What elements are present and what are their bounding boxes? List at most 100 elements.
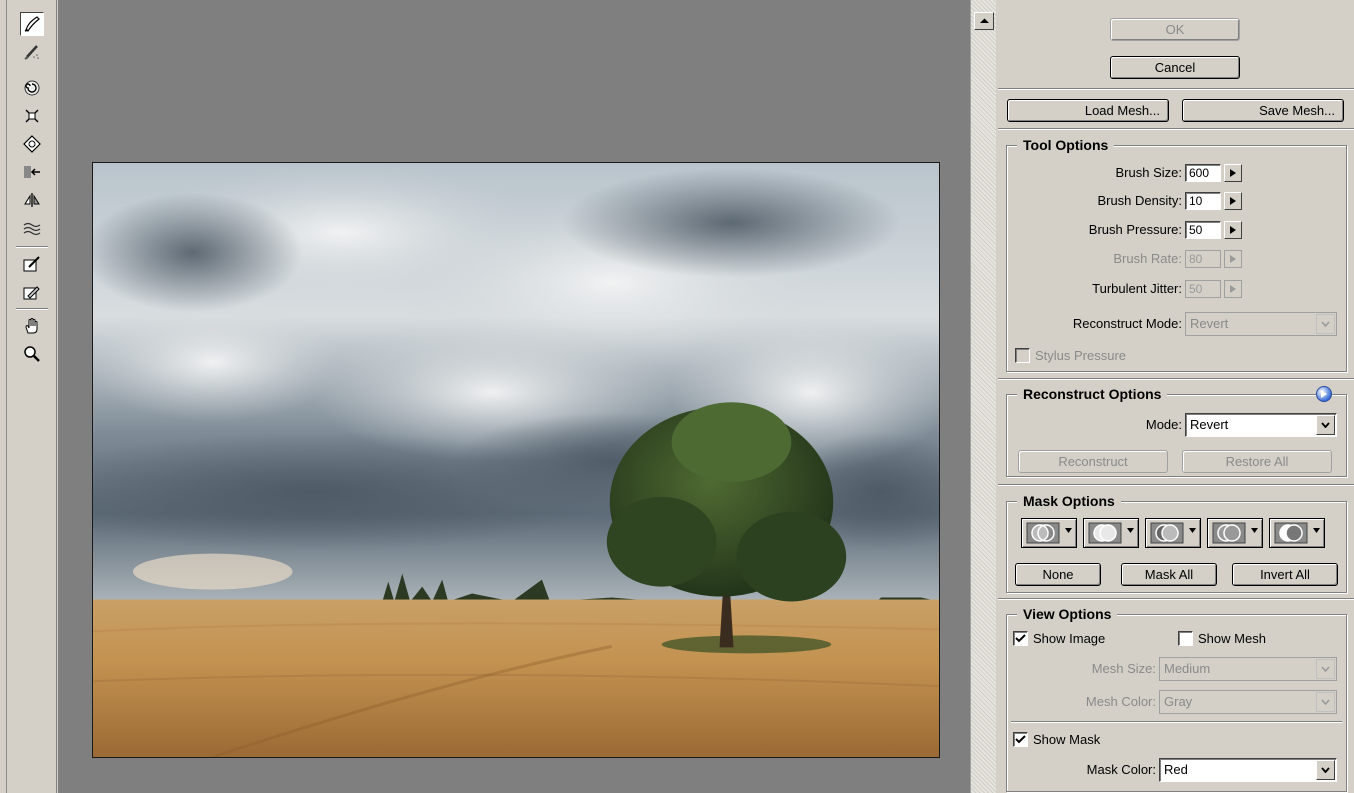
restore-all-button: Restore All xyxy=(1182,450,1332,473)
triangle-right-icon xyxy=(1230,285,1236,293)
save-mesh-button[interactable]: Save Mesh... xyxy=(1182,99,1344,122)
mask-options-title: Mask Options xyxy=(1017,493,1121,509)
mask-subtract-icon xyxy=(1150,522,1184,544)
turbulence-tool-icon[interactable] xyxy=(20,216,44,240)
mask-color-label: Mask Color: xyxy=(1086,762,1156,777)
tool-options-group: Tool Options Brush Size: 600 Brush Densi… xyxy=(1006,137,1347,372)
reconstruct-tool-icon[interactable] xyxy=(20,40,44,64)
mesh-size-select: Medium xyxy=(1159,657,1337,681)
chevron-up-icon xyxy=(979,18,989,23)
mask-none-button[interactable]: None xyxy=(1015,563,1101,586)
scroll-up-button[interactable] xyxy=(974,12,994,30)
load-mesh-button[interactable]: Load Mesh... xyxy=(1007,99,1169,122)
forward-warp-tool-icon[interactable] xyxy=(20,12,44,36)
mode-value: Revert xyxy=(1190,417,1229,432)
triangle-right-icon xyxy=(1230,226,1236,234)
chevron-down-icon xyxy=(1316,760,1335,780)
reconstruct-button: Reconstruct xyxy=(1018,450,1168,473)
mesh-size-value: Medium xyxy=(1164,661,1211,676)
twirl-clockwise-tool-icon[interactable] xyxy=(20,76,44,100)
brush-size-input[interactable]: 600 xyxy=(1185,164,1221,182)
mask-replace-icon xyxy=(1026,522,1060,544)
landscape-photo xyxy=(93,163,939,757)
freeze-mask-tool-icon[interactable] xyxy=(20,252,44,276)
mesh-size-label: Mesh Size: xyxy=(1091,661,1156,676)
mask-color-select[interactable]: Red xyxy=(1159,758,1337,782)
tool-palette xyxy=(0,0,57,793)
mirror-tool-icon[interactable] xyxy=(20,188,44,212)
brush-density-label: Brush Density: xyxy=(1097,193,1182,208)
zoom-tool-icon[interactable] xyxy=(20,342,44,366)
vertical-scrollbar[interactable] xyxy=(970,0,996,793)
preview-canvas-area[interactable] xyxy=(58,0,970,793)
triangle-right-icon xyxy=(1230,255,1236,263)
chevron-down-icon xyxy=(1316,659,1335,679)
show-image-checkbox[interactable] xyxy=(1013,631,1028,646)
view-options-title: View Options xyxy=(1017,606,1118,622)
thaw-mask-tool-icon[interactable] xyxy=(20,280,44,304)
show-image-label: Show Image xyxy=(1033,631,1106,646)
brush-pressure-label: Brush Pressure: xyxy=(1088,222,1182,237)
brush-rate-label: Brush Rate: xyxy=(1113,251,1182,266)
divider xyxy=(998,598,1354,600)
subtract-from-selection-button[interactable] xyxy=(1145,518,1201,548)
triangle-right-icon xyxy=(1230,197,1236,205)
image-preview[interactable] xyxy=(92,162,940,758)
divider xyxy=(998,378,1354,380)
mask-color-value: Red xyxy=(1164,762,1188,777)
divider xyxy=(998,128,1354,130)
triangle-right-icon xyxy=(1230,169,1236,177)
brush-rate-input: 80 xyxy=(1185,250,1221,268)
intersect-selection-button[interactable] xyxy=(1207,518,1263,548)
divider xyxy=(998,484,1354,486)
brush-density-input[interactable]: 10 xyxy=(1185,192,1221,210)
mask-invert-icon xyxy=(1274,522,1308,544)
cancel-button[interactable]: Cancel xyxy=(1110,56,1240,79)
turbulent-jitter-input: 50 xyxy=(1185,280,1221,298)
tool-options-title: Tool Options xyxy=(1017,137,1115,153)
stylus-pressure-checkbox xyxy=(1015,348,1030,363)
reconstruct-mode-select: Revert xyxy=(1185,312,1337,336)
push-left-tool-icon[interactable] xyxy=(20,160,44,184)
panel-menu-icon[interactable] xyxy=(1316,386,1332,402)
brush-density-popup-button[interactable] xyxy=(1224,192,1242,210)
hand-tool-icon[interactable] xyxy=(20,314,44,338)
reconstruct-mode-value: Revert xyxy=(1190,316,1229,331)
reconstruct-options-group: Reconstruct Options Mode: Revert Reconst… xyxy=(1006,386,1347,477)
view-options-group: View Options Show Image Show Mesh Mesh S… xyxy=(1006,606,1347,792)
add-to-selection-button[interactable] xyxy=(1083,518,1139,548)
chevron-down-icon xyxy=(1316,415,1335,435)
invert-all-button[interactable]: Invert All xyxy=(1232,563,1338,586)
stylus-pressure-label: Stylus Pressure xyxy=(1035,348,1127,363)
checkmark-icon xyxy=(1015,735,1026,744)
show-mask-checkbox[interactable] xyxy=(1013,732,1028,747)
turbulent-jitter-label: Turbulent Jitter: xyxy=(1092,281,1182,296)
mask-options-group: Mask Options None Mask All Invert All xyxy=(1006,493,1347,593)
show-mesh-label: Show Mesh xyxy=(1198,631,1266,646)
replace-selection-button[interactable] xyxy=(1021,518,1077,548)
brush-size-label: Brush Size: xyxy=(1115,165,1182,180)
view-options-divider xyxy=(1011,721,1342,723)
brush-pressure-input[interactable]: 50 xyxy=(1185,221,1221,239)
reconstruct-mode-select[interactable]: Revert xyxy=(1185,413,1337,437)
divider xyxy=(998,88,1354,90)
mesh-color-label: Mesh Color: xyxy=(1085,694,1156,709)
reconstruct-options-title: Reconstruct Options xyxy=(1017,386,1168,402)
invert-selection-button[interactable] xyxy=(1269,518,1325,548)
chevron-down-icon xyxy=(1316,314,1335,334)
checkmark-icon xyxy=(1015,634,1026,643)
chevron-down-icon xyxy=(1316,692,1335,712)
brush-size-popup-button[interactable] xyxy=(1224,164,1242,182)
ok-button[interactable]: OK xyxy=(1110,18,1240,41)
bloat-tool-icon[interactable] xyxy=(20,132,44,156)
show-mask-label: Show Mask xyxy=(1033,732,1101,747)
toolbar-separator xyxy=(16,308,48,310)
turbulent-jitter-popup-button xyxy=(1224,280,1242,298)
brush-pressure-popup-button[interactable] xyxy=(1224,221,1242,239)
show-mesh-checkbox[interactable] xyxy=(1178,631,1193,646)
pucker-tool-icon[interactable] xyxy=(20,104,44,128)
mesh-color-value: Gray xyxy=(1164,694,1193,709)
settings-panel: OK Cancel Load Mesh... Save Mesh... Tool… xyxy=(998,0,1354,793)
mask-add-icon xyxy=(1088,522,1122,544)
mask-all-button[interactable]: Mask All xyxy=(1121,563,1217,586)
